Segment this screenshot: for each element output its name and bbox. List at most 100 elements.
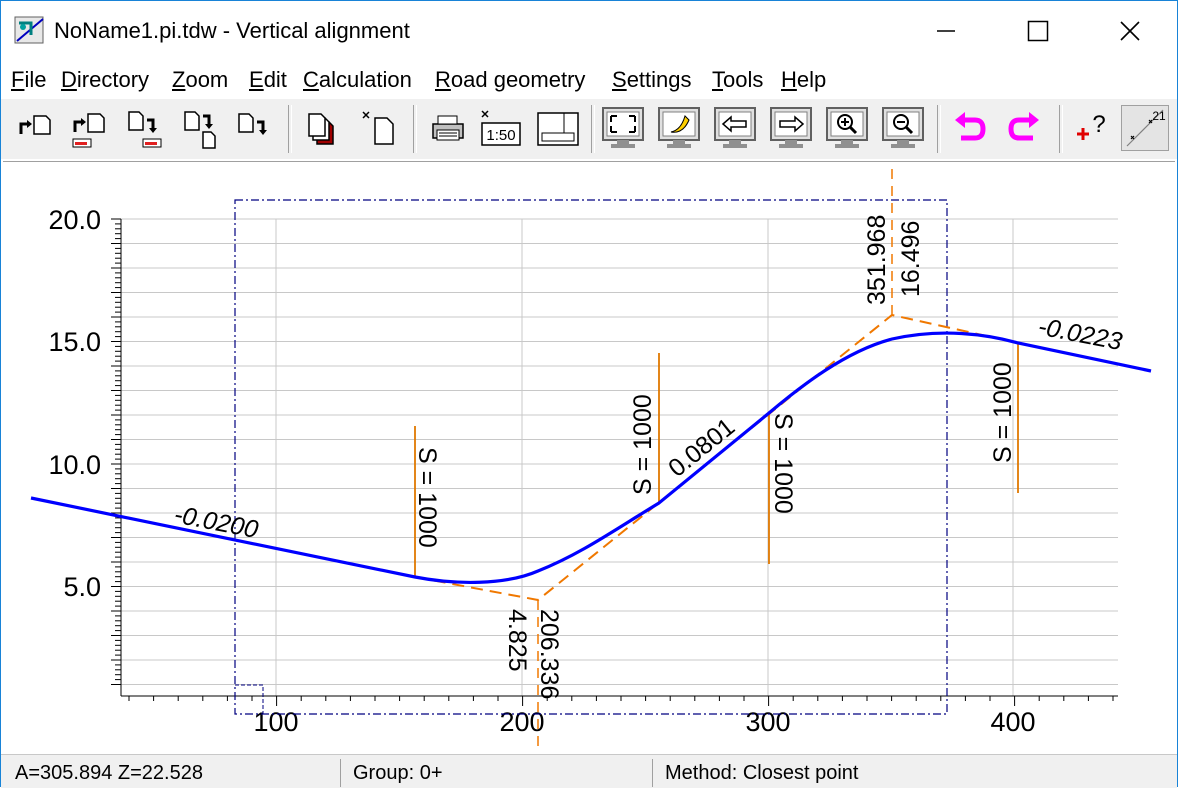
curve-label: S = 1000	[413, 447, 441, 548]
pan-left-icon	[714, 107, 756, 148]
menu-tools[interactable]: Tools	[712, 67, 763, 93]
pan-right-button[interactable]	[767, 105, 815, 151]
save-button[interactable]	[119, 105, 167, 151]
copy-icon	[308, 113, 334, 145]
toolbar: 1:50 ? 21	[1, 99, 1177, 159]
toolbar-separator	[591, 105, 595, 153]
status-group: Group: 0+	[340, 759, 650, 787]
drawing-frame	[234, 199, 948, 715]
coordinates-mark: 21	[1152, 109, 1166, 123]
open-from-button[interactable]	[65, 105, 113, 151]
zoom-out-button[interactable]	[879, 105, 927, 151]
pan-right-icon	[770, 107, 812, 148]
menu-directory[interactable]: Directory	[61, 67, 149, 93]
menu-bar: File Directory Zoom Edit Calculation Roa…	[1, 61, 1177, 99]
toolbar-separator	[288, 105, 292, 153]
scale-button[interactable]: 1:50	[477, 105, 525, 151]
coordinates-icon: 21	[1126, 109, 1166, 147]
menu-directory-accelerator: D	[61, 67, 77, 92]
x-tick-label: 400	[990, 707, 1035, 737]
zoom-extents-button[interactable]	[599, 105, 647, 151]
close-button[interactable]	[1084, 1, 1176, 61]
status-bar: A=305.894 Z=22.528 Group: 0+ Method: Clo…	[1, 754, 1177, 788]
zoom-in-button[interactable]	[823, 105, 871, 151]
minimize-button[interactable]	[900, 1, 992, 61]
menu-road-geometry-label: oad geometry	[450, 67, 586, 92]
y-minor-ticks	[111, 218, 121, 685]
menu-zoom[interactable]: Zoom	[172, 67, 228, 93]
zoom-out-icon	[882, 107, 924, 148]
menu-road-geometry[interactable]: Road geometry	[435, 67, 585, 93]
pvi-station-label: 351.968	[863, 215, 891, 305]
save-as-button[interactable]	[175, 105, 223, 151]
menu-help-label: elp	[796, 67, 827, 92]
menu-tools-label: ools	[723, 67, 764, 92]
profile-line[interactable]	[30, 331, 1152, 584]
copy-button[interactable]	[299, 105, 347, 151]
menu-calculation[interactable]: Calculation	[303, 67, 412, 93]
help-button[interactable]: ?	[1067, 105, 1115, 151]
scale-icon: 1:50	[481, 110, 521, 146]
coordinates-button[interactable]: 21	[1121, 105, 1169, 151]
status-coordinates: A=305.894 Z=22.528	[15, 762, 203, 784]
menu-road-geometry-accelerator: R	[435, 67, 451, 92]
menu-tools-accelerator: T	[712, 67, 723, 92]
help-mark: ?	[1092, 111, 1105, 138]
curve-label: S = 1000	[989, 362, 1017, 463]
menu-file-label: ile	[24, 67, 47, 92]
zoom-extents-icon	[602, 107, 644, 148]
curve-label: S = 1000	[629, 394, 657, 495]
menu-edit-accelerator: E	[249, 67, 264, 92]
scale-label: 1:50	[486, 127, 515, 144]
undo-button[interactable]	[945, 105, 993, 151]
pan-left-button[interactable]	[711, 105, 759, 151]
menu-settings-label: ettings	[626, 67, 692, 92]
menu-settings[interactable]: Settings	[612, 67, 692, 93]
save-to-button[interactable]	[229, 105, 277, 151]
zoom-in-icon	[826, 107, 868, 148]
redo-button[interactable]	[1001, 105, 1049, 151]
open-icon	[19, 115, 51, 135]
new-button[interactable]	[355, 105, 403, 151]
undo-icon	[955, 112, 986, 141]
curve-label: S = 1000	[769, 413, 797, 514]
zoom-previous-button[interactable]	[655, 105, 703, 151]
zoom-previous-icon	[658, 107, 700, 148]
pvi-elevation-label: 4.825	[503, 609, 531, 672]
title-bar[interactable]: NoName1.pi.tdw - Vertical alignment	[1, 1, 1177, 61]
save-icon	[128, 111, 162, 148]
window-title: NoName1.pi.tdw - Vertical alignment	[54, 18, 410, 43]
menu-calculation-accelerator: C	[303, 67, 319, 92]
redo-icon	[1008, 112, 1039, 141]
menu-settings-accelerator: S	[612, 67, 627, 92]
minimize-icon	[937, 30, 955, 32]
toolbar-separator	[413, 105, 417, 153]
y-tick-label: 20.0	[48, 205, 101, 235]
menu-zoom-accelerator: Z	[172, 67, 186, 92]
x-tick-label: 300	[745, 707, 790, 737]
status-method: Method: Closest point	[652, 759, 1177, 787]
menu-help[interactable]: Help	[781, 67, 826, 93]
menu-file-accelerator: F	[11, 67, 25, 92]
new-icon	[362, 111, 394, 145]
help-icon: ?	[1077, 111, 1106, 140]
print-icon	[432, 115, 464, 141]
menu-directory-label: irectory	[76, 67, 150, 92]
vertical-profile-drawing[interactable]: 20.0 15.0 10.0 5.0 100 200 300 400 -0.02…	[3, 162, 1175, 753]
save-as-icon	[184, 111, 216, 149]
menu-edit[interactable]: Edit	[249, 67, 287, 93]
save-to-icon	[238, 113, 267, 135]
print-button[interactable]	[423, 105, 471, 151]
profile-canvas[interactable]: 20.0 15.0 10.0 5.0 100 200 300 400 -0.02…	[3, 161, 1175, 753]
layout-icon	[537, 112, 579, 146]
menu-help-accelerator: H	[781, 67, 797, 92]
grid	[121, 218, 1118, 706]
toolbar-separator	[1059, 105, 1063, 153]
menu-file[interactable]: File	[11, 67, 46, 93]
open-from-icon	[72, 113, 105, 148]
layout-button[interactable]	[533, 105, 581, 151]
close-icon	[1120, 21, 1140, 41]
open-button[interactable]	[11, 105, 59, 151]
maximize-button[interactable]	[992, 1, 1084, 61]
pvi-elevation-label: 16.496	[897, 221, 925, 297]
